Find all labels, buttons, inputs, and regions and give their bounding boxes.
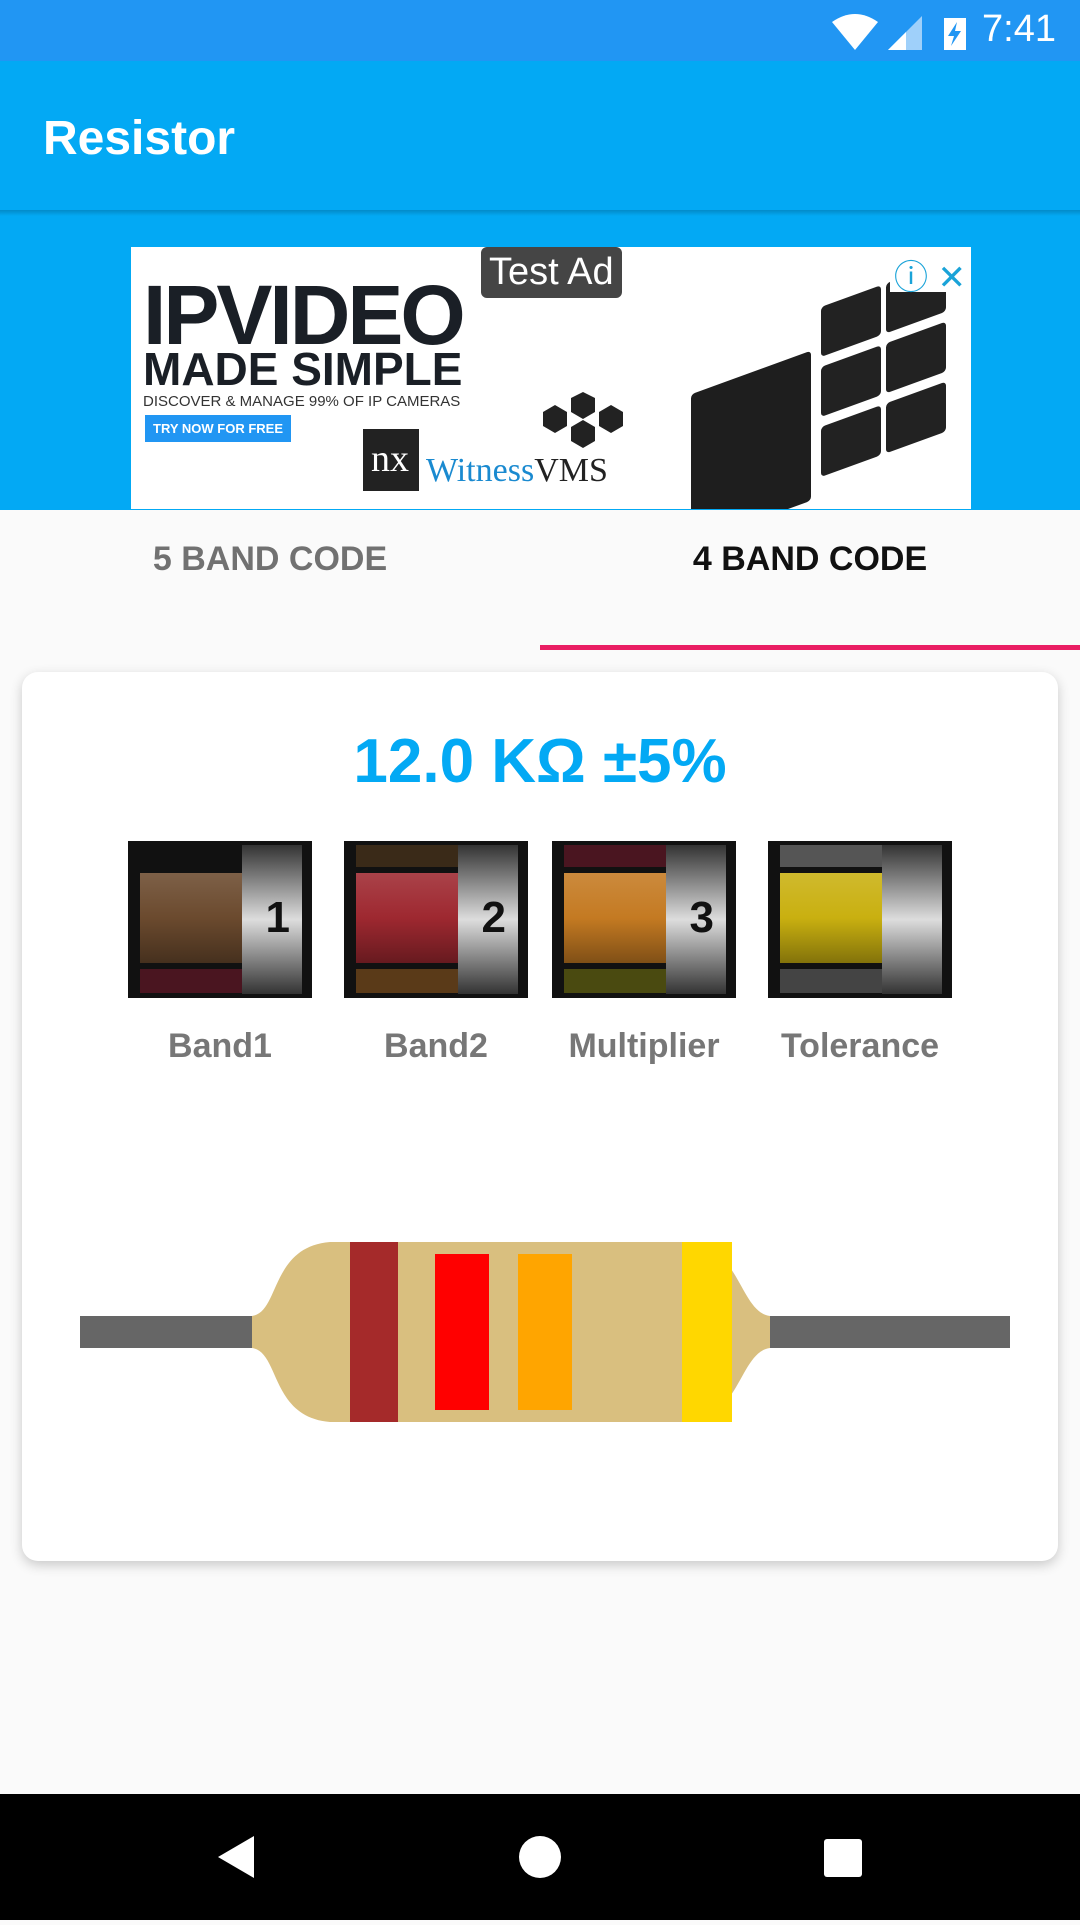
ad-cta-button[interactable]: TRY NOW FOR FREE <box>145 415 291 442</box>
info-icon[interactable]: ⓘ <box>894 259 928 297</box>
close-icon[interactable]: ✕ <box>937 259 966 297</box>
band-number: 2 <box>481 893 506 942</box>
band-next-color <box>140 969 244 993</box>
band-selector-1[interactable]: 1 <box>128 841 312 998</box>
ad-brand-a: Witness <box>426 452 535 489</box>
band-selected-color <box>780 873 884 963</box>
band-label: Band1 <box>168 1027 272 1065</box>
band-label: Tolerance <box>780 1027 940 1065</box>
tab-5-band-code[interactable]: 5 BAND CODE <box>0 540 540 579</box>
resistor-stripe-2 <box>435 1254 489 1410</box>
wifi-icon <box>832 14 878 50</box>
band-prev-color <box>780 845 884 867</box>
band-number: 1 <box>265 893 290 942</box>
recents-button <box>824 1839 862 1877</box>
band-selected-color <box>356 873 460 963</box>
band-next-color <box>564 969 668 993</box>
band-prev-color <box>356 845 460 867</box>
band-selected-color <box>564 873 668 963</box>
band-number: 3 <box>689 893 714 942</box>
test-ad-badge: Test Ad <box>481 247 622 298</box>
status-icons <box>832 14 966 50</box>
hexagon-icons <box>543 392 623 448</box>
band-next-color <box>356 969 460 993</box>
band-next-color <box>780 969 884 993</box>
ad-choices[interactable]: ⓘ ✕ <box>890 250 970 297</box>
ad-tagline: DISCOVER & MANAGE 99% OF IP CAMERAS <box>143 393 461 410</box>
resistor-diagram <box>80 1242 1010 1422</box>
nav-buttons <box>218 1836 862 1878</box>
band-selector-2[interactable]: 2 <box>344 841 528 998</box>
app-title: Resistor <box>43 112 236 165</box>
resistor-card: 12.0 KΩ ±5% 1 Band1 2 Band2 3 Multiplier To… <box>22 672 1058 1561</box>
resistor-stripe-3 <box>518 1254 572 1410</box>
status-time: 7:41 <box>982 8 1056 50</box>
band-label: Multiplier <box>568 1027 720 1065</box>
tab-4-band-code[interactable]: 4 BAND CODE <box>540 540 1080 579</box>
band-selector-4[interactable] <box>768 841 952 998</box>
band-prev-color <box>564 845 668 867</box>
resistance-value: 12.0 KΩ ±5% <box>353 727 727 796</box>
resistor-stripe-4 <box>682 1242 732 1422</box>
tab-indicator <box>540 645 1080 650</box>
band-prev-color <box>140 845 244 867</box>
ad-logo: nx <box>363 429 419 491</box>
status-bar: 7:41 <box>0 0 1080 61</box>
resistor-stripe-1 <box>350 1242 398 1422</box>
navigation-bar <box>0 1794 1080 1920</box>
band-selector-3[interactable]: 3 <box>552 841 736 998</box>
back-button <box>218 1836 254 1878</box>
battery-charging-icon <box>944 18 966 50</box>
ad-subheadline: MADE SIMPLE <box>143 343 463 395</box>
divider <box>0 210 1080 216</box>
band-label: Band2 <box>384 1027 488 1065</box>
band-number-wheel <box>882 845 942 994</box>
band-selected-color <box>140 873 244 963</box>
home-button <box>519 1836 561 1878</box>
